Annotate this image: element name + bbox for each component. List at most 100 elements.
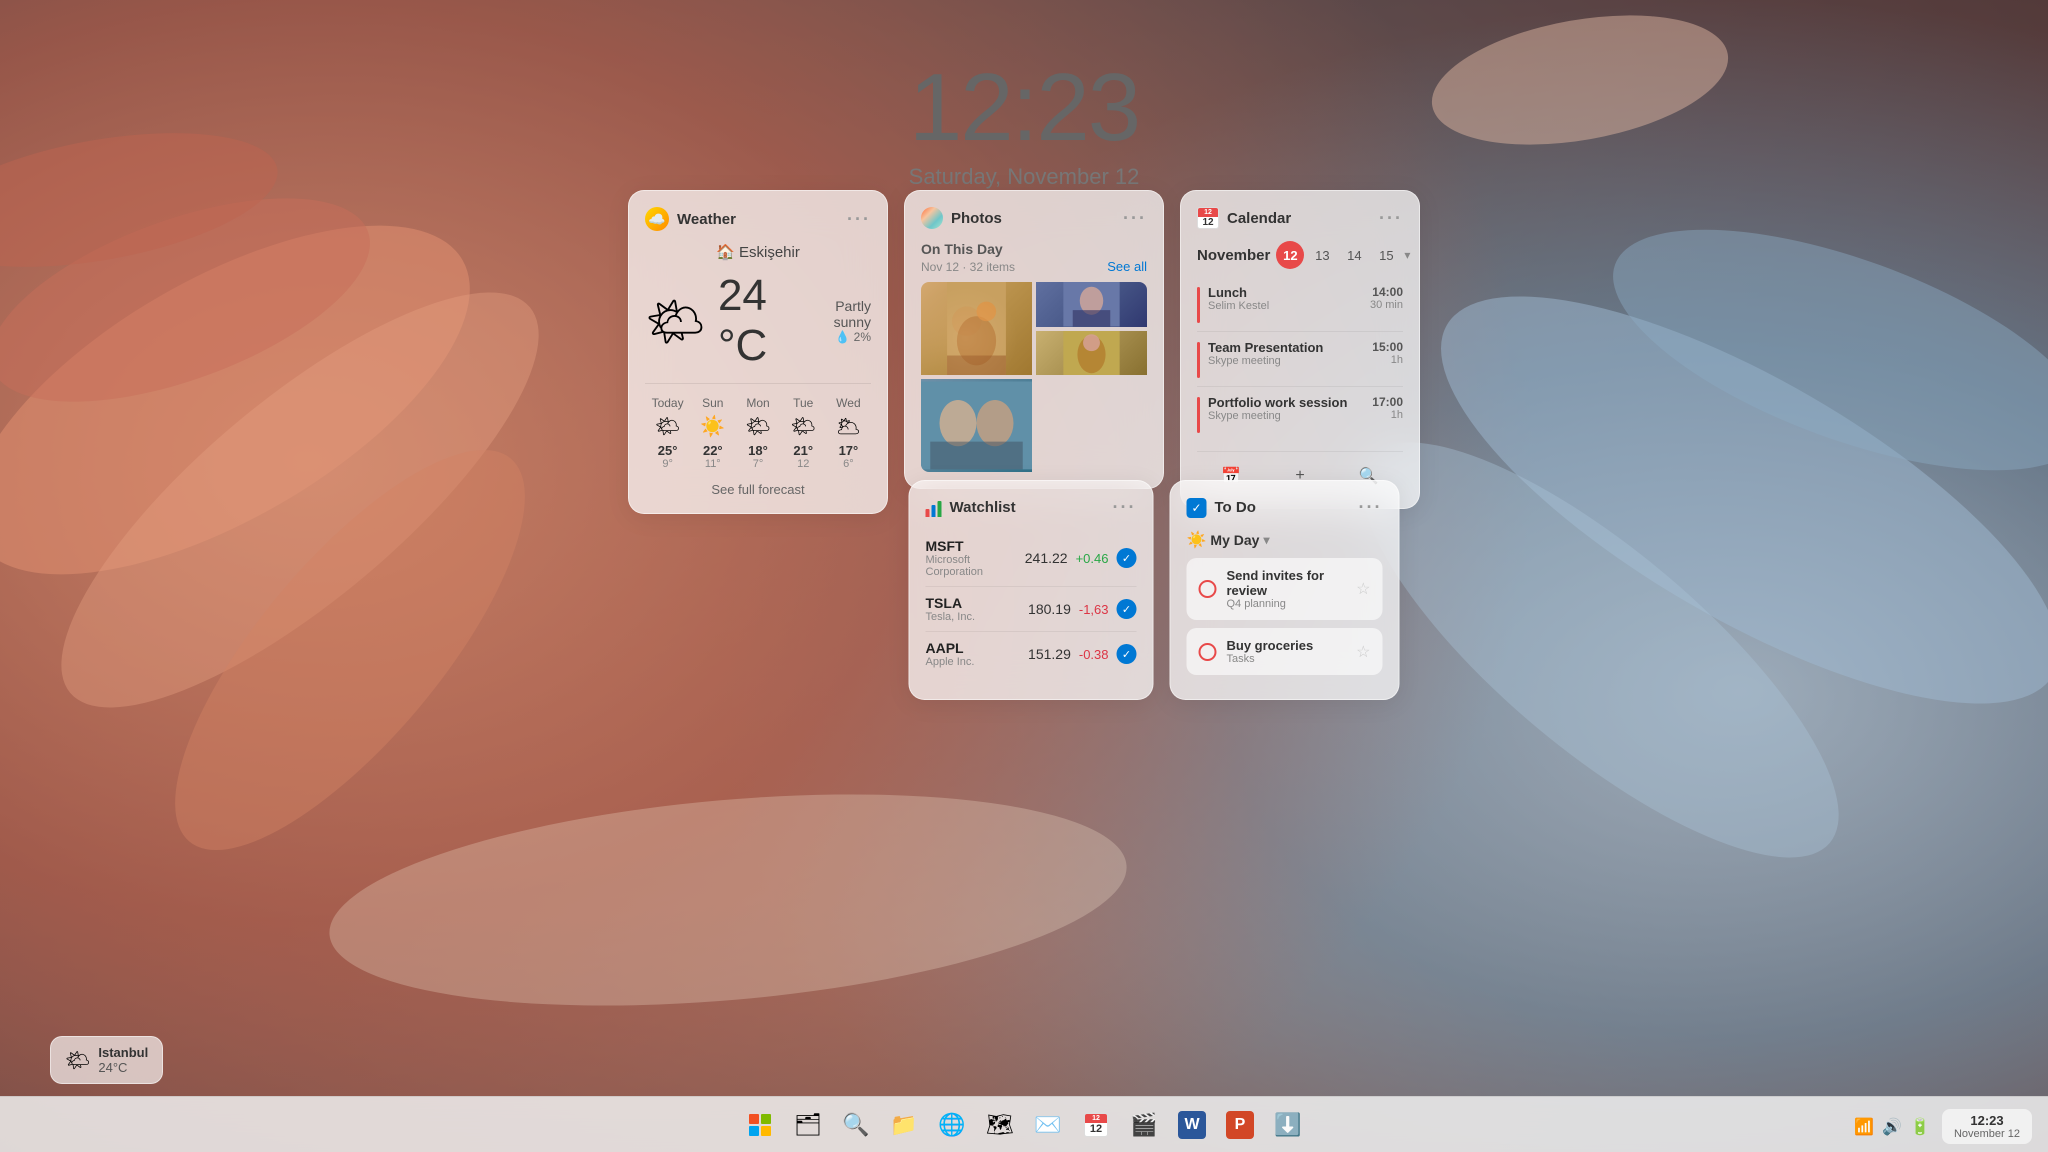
photo-1[interactable] (921, 282, 1032, 375)
corner-temp: 24°C (98, 1060, 148, 1075)
todo-menu-button[interactable]: ··· (1359, 497, 1383, 518)
event-portfolio: Portfolio work session Skype meeting 17:… (1197, 387, 1403, 441)
day-13[interactable]: 13 (1308, 241, 1336, 269)
aapl-check: ✓ (1117, 644, 1137, 664)
search-icon: 🔍 (842, 1112, 869, 1138)
photos-title: Photos (951, 210, 1002, 227)
watchlist-title: Watchlist (950, 499, 1016, 516)
volume-icon[interactable]: 🔊 (1882, 1117, 1902, 1137)
watchlist-widget: Watchlist ··· MSFT Microsoft Corporation… (909, 480, 1154, 700)
todo-star-1[interactable]: ☆ (1356, 642, 1370, 662)
calendar-chevron[interactable]: ▾ (1404, 248, 1410, 262)
photo-4[interactable] (921, 379, 1032, 472)
calendar-day-numbers: 12 13 14 15 ▾ (1276, 241, 1410, 269)
event-indicator-1 (1197, 342, 1200, 378)
taskbar-windows-start[interactable] (738, 1103, 782, 1147)
todo-check-1[interactable] (1199, 643, 1217, 661)
calendar-menu-button[interactable]: ··· (1379, 208, 1403, 229)
tsla-check: ✓ (1117, 599, 1137, 619)
clock-date: Saturday, November 12 (909, 164, 1140, 190)
photo-3[interactable] (1036, 331, 1147, 376)
calendar-month: November (1197, 247, 1270, 264)
clock-area: 12:23 Saturday, November 12 (909, 60, 1140, 190)
photos-widget: Photos ··· On This Day Nov 12 · 32 items… (904, 190, 1164, 489)
forecast-day-4: Wed 🌥 17° 6° (826, 396, 871, 470)
todo-item-groceries[interactable]: Buy groceries Tasks ☆ (1187, 628, 1383, 675)
corner-weather-widget: 🌤 Istanbul 24°C (50, 1036, 163, 1084)
widgets-row-1: ☁️ Weather ··· Eskişehir 🌤 24 °C Partly … (628, 190, 1420, 514)
todo-item-invites[interactable]: Send invites for review Q4 planning ☆ (1187, 558, 1383, 620)
taskbar-search[interactable]: 🔍 (834, 1103, 878, 1147)
todo-icon: ✓ (1187, 498, 1207, 518)
event-indicator-0 (1197, 287, 1200, 323)
battery-icon[interactable]: 🔋 (1910, 1117, 1930, 1137)
weather-title: Weather (677, 211, 736, 228)
see-all-photos-link[interactable]: See all (1107, 259, 1147, 274)
photos-menu-button[interactable]: ··· (1123, 208, 1147, 229)
weather-icon: ☁️ (645, 207, 669, 231)
todo-widget: ✓ To Do ··· ☀️ My Day ▾ Send invites for… (1170, 480, 1400, 700)
event-lunch: Lunch Selim Kestel 14:00 30 min (1197, 277, 1403, 332)
edge-icon: 🌐 (938, 1112, 965, 1138)
taskbar-file-explorer[interactable]: 🗂 (786, 1103, 830, 1147)
windows-logo-icon (749, 1114, 771, 1136)
forecast-day-1: Sun ☀️ 22° 11° (690, 396, 735, 470)
day-14[interactable]: 14 (1340, 241, 1368, 269)
weather-menu-button[interactable]: ··· (847, 209, 871, 230)
taskbar-icons: 🗂 🔍 📁 🌐 🗺 ✉️ 12 12 🎬 W (738, 1103, 1310, 1147)
myday-chevron[interactable]: ▾ (1263, 533, 1269, 547)
todo-star-0[interactable]: ☆ (1356, 579, 1370, 599)
tray-clock[interactable]: 12:23 November 12 (1942, 1109, 2032, 1144)
event-team-presentation: Team Presentation Skype meeting 15:00 1h (1197, 332, 1403, 387)
word-icon: W (1178, 1111, 1206, 1139)
stock-tsla[interactable]: TSLA Tesla, Inc. 180.19 -1,63 ✓ (926, 587, 1137, 632)
weather-location: Eskişehir (645, 243, 871, 261)
photos-subheader: On This Day Nov 12 · 32 items See all (921, 241, 1147, 274)
download-icon: ⬇️ (1274, 1112, 1301, 1138)
taskbar-edge[interactable]: 🌐 (930, 1103, 974, 1147)
weather-forecast: Today 🌤 25° 9° Sun ☀️ 22° 11° Mon 🌤 18° … (645, 383, 871, 470)
weather-main: 🌤 24 °C Partly sunny 💧 2% (645, 271, 871, 371)
calendar-icon: 12 12 (1197, 207, 1219, 229)
stock-aapl[interactable]: AAPL Apple Inc. 151.29 -0.38 ✓ (926, 632, 1137, 676)
clock-time: 12:23 (909, 60, 1140, 156)
taskbar-clipchamp[interactable]: 🎬 (1122, 1103, 1166, 1147)
my-day-label: My Day (1210, 532, 1259, 548)
day-15[interactable]: 15 (1372, 241, 1400, 269)
clipchamp-icon: 🎬 (1130, 1112, 1157, 1138)
weather-widget: ☁️ Weather ··· Eskişehir 🌤 24 °C Partly … (628, 190, 888, 514)
weather-condition: Partly sunny 💧 2% (813, 298, 871, 344)
watchlist-menu-button[interactable]: ··· (1113, 497, 1137, 518)
taskbar-word[interactable]: W (1170, 1103, 1214, 1147)
file-explorer-icon: 🗂 (794, 1112, 822, 1138)
todo-title: To Do (1215, 499, 1256, 516)
forecast-day-2: Mon 🌤 18° 7° (735, 396, 780, 470)
taskbar-download[interactable]: ⬇️ (1266, 1103, 1310, 1147)
mail-icon: ✉️ (1034, 1112, 1061, 1138)
todo-check-0[interactable] (1199, 580, 1217, 598)
taskbar-maps[interactable]: 🗺 (978, 1103, 1022, 1147)
taskbar-powerpoint[interactable]: P (1218, 1103, 1262, 1147)
todo-header: ✓ To Do ··· (1187, 497, 1383, 518)
day-12[interactable]: 12 (1276, 241, 1304, 269)
tray-icons: 📶 🔊 🔋 (1854, 1117, 1930, 1137)
photos-grid (921, 282, 1147, 472)
calendar-nav: November 12 13 14 15 ▾ (1197, 241, 1403, 269)
photo-2[interactable] (1036, 282, 1147, 327)
tray-date: November 12 (1952, 1128, 2022, 1140)
see-full-forecast-link[interactable]: See full forecast (645, 482, 871, 497)
tray-time: 12:23 (1952, 1113, 2022, 1128)
on-this-day-label: On This Day (921, 241, 1147, 257)
event-indicator-2 (1197, 397, 1200, 433)
stock-msft[interactable]: MSFT Microsoft Corporation 241.22 +0.46 … (926, 530, 1137, 587)
taskbar-calendar[interactable]: 12 12 (1074, 1103, 1118, 1147)
forecast-day-3: Tue 🌤 21° 12 (781, 396, 826, 470)
taskbar-mail[interactable]: ✉️ (1026, 1103, 1070, 1147)
watchlist-header: Watchlist ··· (926, 497, 1137, 518)
taskbar-explorer-orange[interactable]: 📁 (882, 1103, 926, 1147)
wifi-icon[interactable]: 📶 (1854, 1117, 1874, 1137)
todo-my-day-row: ☀️ My Day ▾ (1187, 530, 1383, 550)
weather-icon-large: 🌤 (645, 293, 706, 350)
calendar-widget: 12 12 Calendar ··· November 12 13 14 15 … (1180, 190, 1420, 509)
powerpoint-icon: P (1226, 1111, 1254, 1139)
